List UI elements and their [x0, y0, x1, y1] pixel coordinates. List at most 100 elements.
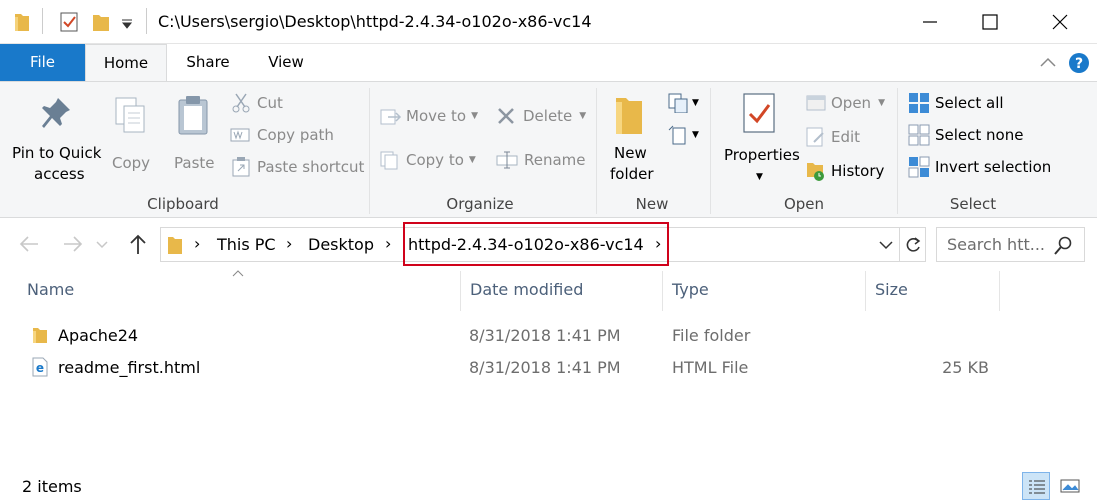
pin-label-line2: access — [34, 165, 85, 183]
column-divider[interactable] — [865, 271, 866, 311]
file-date: 8/31/2018 1:41 PM — [469, 358, 621, 377]
edit-icon — [806, 127, 824, 147]
select-all-button[interactable]: Select all — [908, 92, 1004, 114]
tab-share[interactable]: Share — [176, 44, 240, 81]
file-date: 8/31/2018 1:41 PM — [469, 326, 621, 345]
tab-view[interactable]: View — [258, 44, 314, 81]
minimize-button[interactable] — [900, 0, 960, 44]
rename-button[interactable]: Rename — [496, 148, 586, 172]
easy-access-button[interactable]: ▼ — [668, 124, 699, 146]
select-all-icon — [909, 93, 929, 113]
chevron-down-icon: ▼ — [756, 172, 763, 182]
folder-icon[interactable] — [14, 12, 30, 32]
maximize-button[interactable] — [960, 0, 1020, 44]
paste-label: Paste — [174, 154, 215, 172]
file-type: File folder — [672, 326, 751, 345]
refresh-icon[interactable] — [903, 235, 923, 255]
table-row[interactable]: e readme_first.html 8/31/2018 1:41 PM HT… — [20, 354, 1000, 382]
search-icon[interactable] — [1053, 236, 1073, 256]
properties-label: Properties — [724, 146, 800, 164]
group-new-label: New — [635, 195, 669, 213]
delete-button[interactable]: Delete ▼ — [496, 104, 586, 128]
chevron-down-icon: ▼ — [471, 111, 478, 121]
paste-icon — [178, 96, 208, 135]
copy-to-button[interactable]: Copy to ▼ — [380, 148, 476, 172]
search-input[interactable]: Search htt... — [947, 235, 1045, 254]
edit-label: Edit — [831, 128, 861, 146]
breadcrumb-current-folder[interactable]: httpd-2.4.34-o102o-x86-vc14 — [408, 235, 644, 254]
group-separator — [596, 88, 597, 214]
copy-to-label: Copy to — [406, 151, 464, 169]
divider — [42, 8, 43, 34]
move-to-button[interactable]: Move to ▼ — [380, 104, 478, 128]
cut-button[interactable]: Cut — [232, 92, 283, 114]
history-label: History — [831, 162, 885, 180]
up-arrow-icon[interactable] — [128, 233, 148, 255]
column-divider[interactable] — [662, 271, 663, 311]
chevron-right-icon[interactable]: › — [286, 234, 292, 253]
close-icon — [1052, 14, 1068, 30]
pin-to-quick-access-button[interactable]: Pin to Quick access — [10, 96, 102, 186]
svg-text:?: ? — [1075, 56, 1083, 72]
select-all-label: Select all — [935, 94, 1004, 112]
copy-path-button[interactable]: Copy path — [230, 124, 334, 146]
history-icon — [807, 163, 824, 181]
large-icons-view-button[interactable] — [1056, 472, 1084, 500]
pin-icon — [42, 98, 70, 128]
group-separator — [710, 88, 711, 214]
column-header-size[interactable]: Size — [875, 280, 908, 299]
breadcrumb-this-pc[interactable]: This PC — [217, 235, 276, 254]
tab-home[interactable]: Home — [85, 44, 167, 82]
paste-shortcut-label: Paste shortcut — [257, 158, 365, 176]
ribbon-home: Pin to Quick access Copy Paste Cut Copy … — [0, 81, 1097, 218]
new-folder-button[interactable]: New folder — [606, 94, 658, 190]
copy-to-icon — [380, 151, 398, 170]
new-folder-quick-icon[interactable] — [92, 12, 110, 32]
close-button[interactable] — [1030, 0, 1090, 44]
chevron-down-icon: ▼ — [878, 98, 885, 108]
collapse-ribbon-icon[interactable] — [1040, 56, 1056, 68]
back-arrow-icon[interactable] — [18, 234, 40, 254]
address-dropdown-icon[interactable] — [879, 240, 893, 250]
open-icon — [806, 95, 826, 111]
chevron-right-icon[interactable]: › — [194, 234, 200, 253]
new-item-button[interactable]: ▼ — [668, 92, 699, 114]
scissors-icon — [232, 93, 250, 113]
column-header-type[interactable]: Type — [672, 280, 709, 299]
sort-ascending-icon — [232, 270, 244, 277]
breadcrumb-desktop[interactable]: Desktop — [308, 235, 374, 254]
delete-icon — [498, 108, 514, 124]
column-header-name[interactable]: Name — [27, 280, 74, 299]
chevron-right-icon[interactable]: › — [385, 234, 391, 253]
help-icon[interactable]: ? — [1068, 52, 1090, 74]
column-divider[interactable] — [460, 271, 461, 311]
group-organize-label: Organize — [446, 195, 514, 213]
details-view-button[interactable] — [1022, 472, 1050, 500]
tab-file[interactable]: File — [0, 44, 85, 81]
invert-selection-button[interactable]: Invert selection — [908, 156, 1051, 178]
open-button[interactable]: Open ▼ — [806, 92, 885, 114]
properties-quick-icon[interactable] — [60, 12, 78, 32]
chevron-down-icon: ▼ — [692, 130, 699, 140]
svg-text:e: e — [36, 361, 44, 375]
chevron-down-icon: ▼ — [468, 155, 476, 165]
address-bar[interactable]: › This PC › Desktop › httpd-2.4.34-o102o… — [160, 222, 926, 266]
history-button[interactable]: History — [806, 160, 884, 182]
properties-button[interactable]: Properties ▼ — [722, 92, 800, 192]
search-box[interactable]: Search htt... — [936, 227, 1085, 262]
column-divider[interactable] — [999, 271, 1000, 311]
window-title: C:\Users\sergio\Desktop\httpd-2.4.34-o10… — [158, 12, 592, 31]
edit-button[interactable]: Edit — [806, 126, 860, 148]
column-header-date[interactable]: Date modified — [470, 280, 583, 299]
forward-arrow-icon[interactable] — [62, 234, 84, 254]
recent-locations-chevron-icon[interactable] — [96, 240, 108, 250]
chevron-down-icon[interactable] — [121, 18, 133, 30]
new-folder-label-1: New — [614, 144, 647, 162]
paste-button[interactable]: Paste — [170, 96, 220, 186]
copy-button[interactable]: Copy — [108, 96, 154, 186]
paste-shortcut-button[interactable]: Paste shortcut — [232, 156, 364, 178]
chevron-right-icon[interactable]: › — [655, 234, 661, 253]
html-file-icon: e — [32, 357, 48, 377]
table-row[interactable]: Apache24 8/31/2018 1:41 PM File folder — [20, 322, 1000, 350]
select-none-button[interactable]: Select none — [908, 124, 1023, 146]
